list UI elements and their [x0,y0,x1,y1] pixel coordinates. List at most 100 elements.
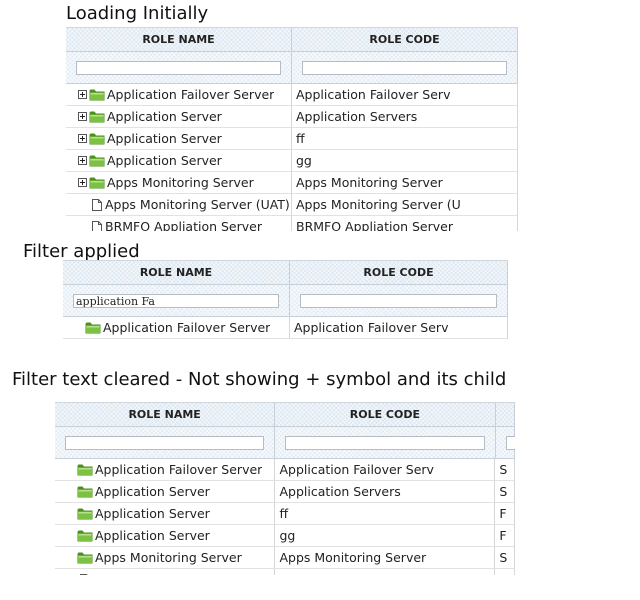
role-code-cell: Application Servers [292,106,518,128]
table-row[interactable]: Application Server ff [66,128,518,150]
role-code-cell: Application Failover Serv [292,84,518,106]
folder-icon [89,89,105,101]
role-name-cell: Application Server [66,106,292,128]
table-row[interactable]: Apps Monitoring Server (UAT) Apps Monitor… [66,194,518,216]
expand-plus-icon[interactable] [78,156,87,165]
column-header-extra[interactable] [495,403,515,427]
extra-cell: S [495,459,515,481]
folder-icon [77,508,93,520]
role-grid-filtered: ROLE NAMEROLE CODE Application Failover S… [63,260,508,341]
role-code-cell: Apps Monitoring Server (U [292,194,518,216]
role-code-cell: gg [275,525,496,547]
role-name-text: Apps Monitoring Server (UAT) [105,196,290,212]
table-row[interactable]: Application Failover Server Application F… [63,317,508,339]
filter-cell-role-code [275,427,496,459]
role-code-cell: ff [275,503,496,525]
folder-icon [77,530,93,542]
role-code-filter-input[interactable] [300,294,497,308]
role-name-text: Apps Monitoring Server [95,549,242,565]
role-code-cell: BRMFO Appliation Server [292,216,518,231]
role-grid-cleared: ROLE NAME ROLE CODE Application Failover S… [55,402,515,575]
role-name-cell: Application Server [66,128,292,150]
role-name-text: Application Failover Server [103,319,271,335]
role-name-text: Application Server [95,483,210,499]
role-name-cell: Application Server [66,150,292,172]
header-row: ROLE NAME ROLE CODE [66,28,518,52]
extra-filter-input[interactable] [505,436,515,450]
role-code-cell: Application Servers [275,481,496,503]
table-row[interactable]: Application Server Application Servers S [55,481,515,503]
role-name-cell: Apps Monitoring Server [55,547,276,569]
role-code-filter-input[interactable] [285,436,485,450]
table-row[interactable]: Application Server gg F [55,525,515,547]
role-code-cell: ff [292,128,518,150]
folder-icon [77,486,93,498]
header-row: ROLE NAME ROLE CODE [63,261,508,285]
table-row[interactable]: Apps Monitoring Server Apps Monitoring Se… [66,172,518,194]
table-row[interactable]: Application Failover Server Application F… [66,84,518,106]
filter-row [55,427,515,459]
role-name-cell: Application Failover Server [66,84,292,106]
table-row[interactable] [55,569,515,575]
filter-row [63,285,508,317]
role-name-text: Application Server [107,130,222,146]
role-name-cell [55,569,276,575]
role-name-cell: BRMFO Appliation Server [66,216,292,231]
table-row[interactable]: Apps Monitoring Server Apps Monitoring Se… [55,547,515,569]
filter-cell-extra [495,427,515,459]
role-code-cell: Application Failover Serv [275,459,496,481]
role-name-text: Application Failover Server [95,461,263,477]
column-header-role-name[interactable]: ROLE NAME [66,28,292,52]
caption-filter-cleared: Filter text cleared - Not showing + symb… [12,369,507,390]
role-name-filter-input[interactable] [73,294,279,308]
file-icon [80,573,89,575]
role-grid-loading: ROLE NAME ROLE CODE Application Failover S… [66,27,518,231]
role-code-cell [275,569,496,575]
role-name-cell: Application Failover Server [55,459,276,481]
role-name-cell: Application Server [55,503,276,525]
role-name-text: Apps Monitoring Server [107,174,254,190]
role-name-text: Application Server [95,505,210,521]
role-code-cell: Application Failover Serv [290,317,508,339]
role-name-cell: Apps Monitoring Server (UAT) [66,194,292,216]
role-name-text: Application Server [107,108,222,124]
table-row[interactable]: Application Server gg [66,150,518,172]
folder-icon [89,177,105,189]
column-header-role-code[interactable]: ROLE CODE [275,403,496,427]
role-name-text: Application Server [107,152,222,168]
expand-plus-icon[interactable] [78,178,87,187]
folder-icon [89,155,105,167]
expand-plus-icon[interactable] [78,90,87,99]
filter-cell-role-name [66,52,292,84]
header-row: ROLE NAME ROLE CODE [55,403,515,427]
table-row[interactable]: Application Server ff F [55,503,515,525]
folder-icon [89,111,105,123]
caption-filter-applied: Filter applied [23,241,140,262]
column-header-role-code[interactable]: ROLE CODE [290,261,508,285]
folder-icon [89,133,105,145]
expand-plus-icon[interactable] [78,134,87,143]
expand-plus-icon[interactable] [78,112,87,121]
column-header-role-name[interactable]: ROLE NAME [55,403,276,427]
filter-cell-role-code [292,52,518,84]
filter-cell-role-code [290,285,508,317]
column-header-role-code[interactable]: ROLE CODE [292,28,518,52]
filter-cell-role-name [63,285,290,317]
extra-cell: F [495,503,515,525]
role-name-filter-input[interactable] [65,436,265,450]
role-code-filter-input[interactable] [302,61,507,75]
role-code-cell: Apps Monitoring Server [292,172,518,194]
role-name-cell: Application Failover Server [63,317,290,339]
caption-loading-initially: Loading Initially [66,3,209,24]
table-row[interactable]: Application Failover Server Application F… [55,459,515,481]
role-name-filter-input[interactable] [76,61,281,75]
extra-cell: S [495,481,515,503]
extra-cell: F [495,525,515,547]
column-header-role-name[interactable]: ROLE NAME [63,261,290,285]
role-name-text: Application Failover Server [107,86,275,102]
table-row[interactable]: BRMFO Appliation Server BRMFO Appliation … [66,216,518,231]
table-row[interactable]: Application Server Application Servers [66,106,518,128]
folder-icon [77,464,93,476]
role-code-cell: Apps Monitoring Server [275,547,496,569]
role-name-text: BRMFO Appliation Server [105,218,262,232]
